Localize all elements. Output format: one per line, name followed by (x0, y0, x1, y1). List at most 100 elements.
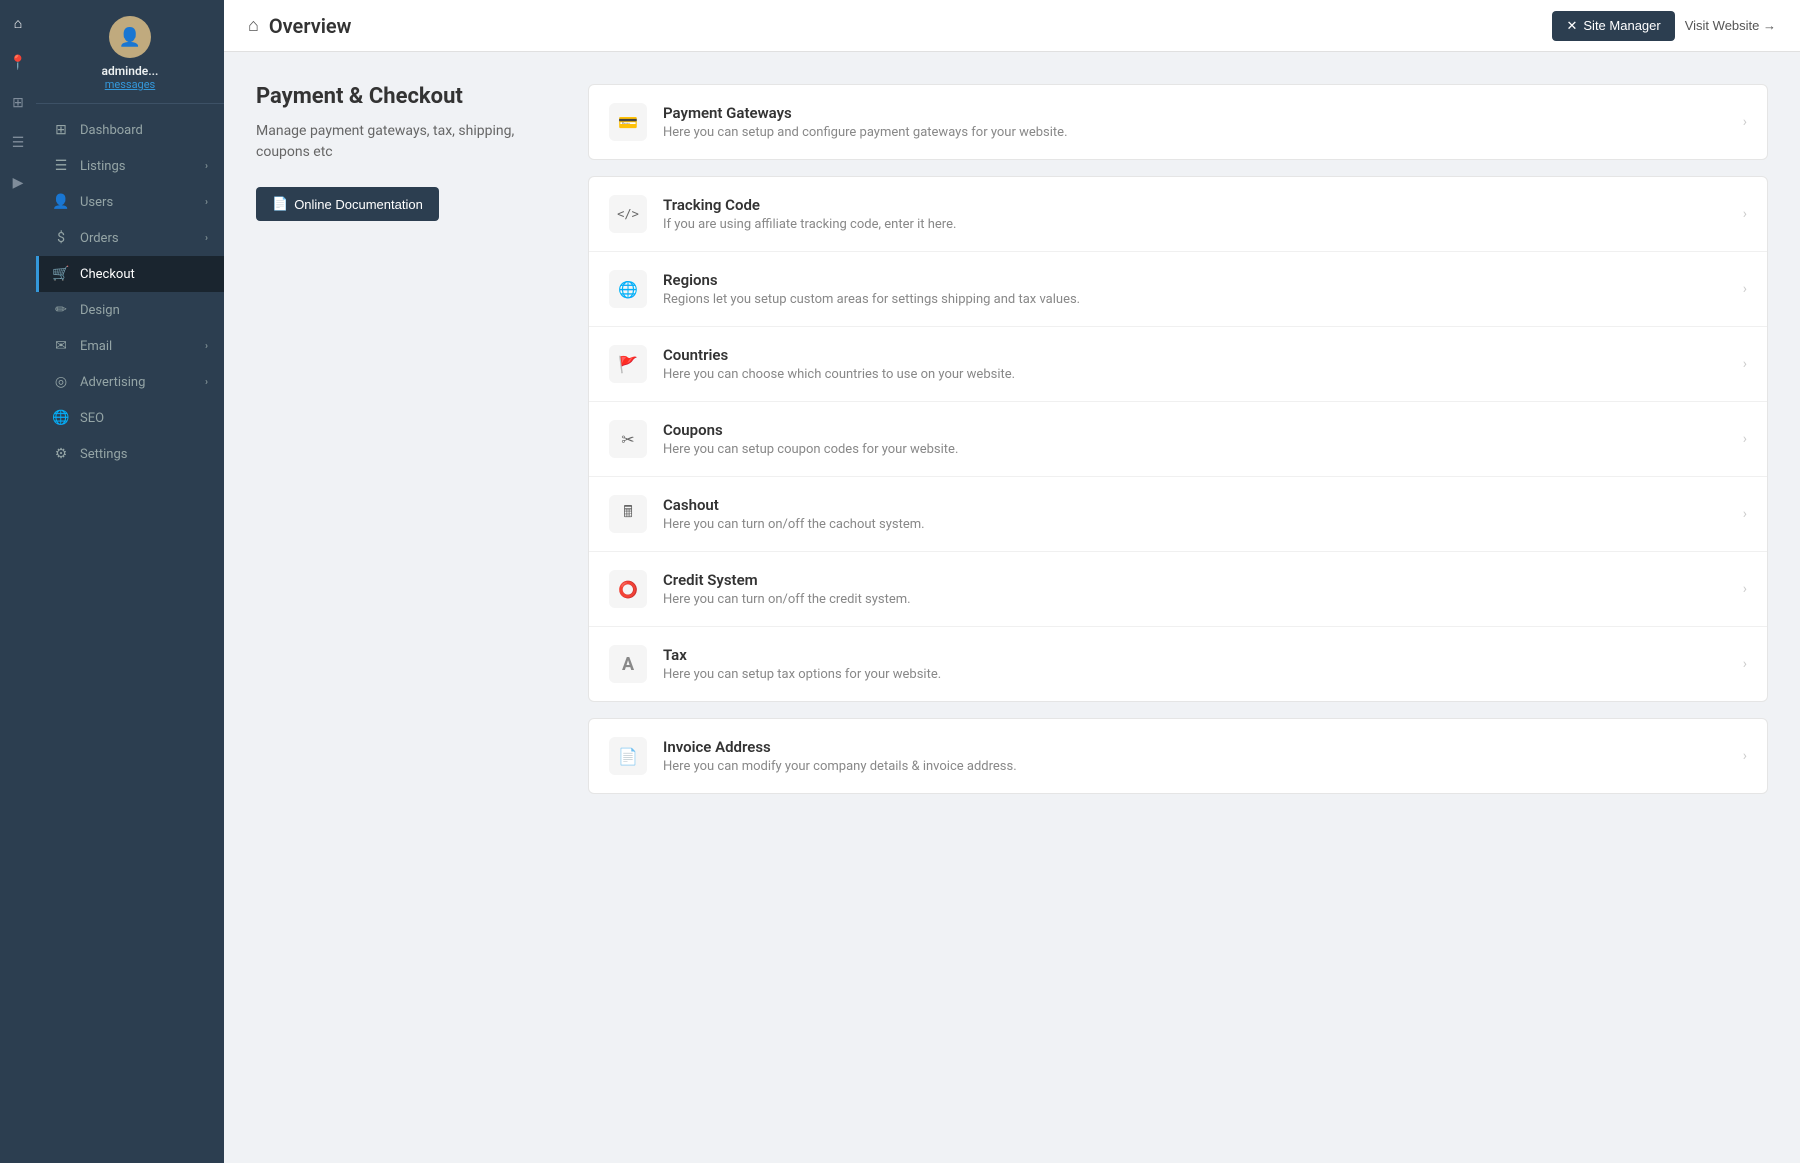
payment-gateways-icon: 💳 (609, 103, 647, 141)
site-manager-button[interactable]: ✕ Site Manager (1552, 11, 1674, 41)
sidebar-item-label: Listings (80, 159, 125, 174)
card-text: Tracking Code If you are using affiliate… (663, 196, 1727, 232)
card-payment-gateways[interactable]: 💳 Payment Gateways Here you can setup an… (589, 85, 1767, 159)
chevron-right-icon: › (205, 161, 208, 172)
sidebar-item-label: Users (80, 195, 113, 210)
doc-icon: 📄 (272, 196, 288, 212)
card-desc: Here you can setup coupon codes for your… (663, 442, 1727, 457)
topbar: ⌂ Overview ✕ Site Manager Visit Website … (224, 0, 1800, 52)
sidebar-user: 👤 adminde... messages (36, 0, 224, 104)
site-manager-icon: ✕ (1566, 18, 1577, 34)
coupons-icon: ✂ (609, 420, 647, 458)
card-title: Payment Gateways (663, 104, 1727, 122)
doc-button-label: Online Documentation (294, 197, 423, 212)
sidebar-item-dashboard[interactable]: ⊞ Dashboard (36, 112, 224, 148)
online-documentation-button[interactable]: 📄 Online Documentation (256, 187, 439, 221)
chevron-right-icon: › (1743, 581, 1747, 597)
rail-grid-icon[interactable]: ⊞ (7, 92, 29, 114)
sidebar: 👤 adminde... messages ⊞ Dashboard ☰ List… (36, 0, 224, 1163)
checkout-icon: 🛒 (52, 266, 70, 282)
users-icon: 👤 (52, 194, 70, 210)
sidebar-item-checkout[interactable]: 🛒 Checkout (36, 256, 224, 292)
sidebar-item-design[interactable]: ✏ Design (36, 292, 224, 328)
tracking-code-icon: </> (609, 195, 647, 233)
visit-website-button[interactable]: Visit Website → (1685, 18, 1776, 33)
card-credit-system[interactable]: ⭕ Credit System Here you can turn on/off… (589, 552, 1767, 627)
card-title: Invoice Address (663, 738, 1727, 756)
sidebar-nav: ⊞ Dashboard ☰ Listings › 👤 Users › $ Ord… (36, 104, 224, 1163)
card-tax[interactable]: A Tax Here you can setup tax options for… (589, 627, 1767, 701)
card-desc: Regions let you setup custom areas for s… (663, 292, 1727, 307)
rail-pin-icon[interactable]: 📍 (7, 52, 29, 74)
card-regions[interactable]: 🌐 Regions Regions let you setup custom a… (589, 252, 1767, 327)
sidebar-messages-link[interactable]: messages (105, 78, 156, 91)
left-panel: Payment & Checkout Manage payment gatewa… (256, 84, 556, 1131)
regions-icon: 🌐 (609, 270, 647, 308)
card-text: Tax Here you can setup tax options for y… (663, 646, 1727, 682)
card-text: Coupons Here you can setup coupon codes … (663, 421, 1727, 457)
chevron-right-icon: › (1743, 114, 1747, 130)
card-group-invoice: 📄 Invoice Address Here you can modify yo… (588, 718, 1768, 794)
card-desc: Here you can choose which countries to u… (663, 367, 1727, 382)
card-title: Coupons (663, 421, 1727, 439)
chevron-right-icon: › (205, 341, 208, 352)
chevron-right-icon: › (1743, 506, 1747, 522)
right-panel: 💳 Payment Gateways Here you can setup an… (588, 84, 1768, 1131)
chevron-right-icon: › (1743, 656, 1747, 672)
card-desc: Here you can turn on/off the credit syst… (663, 592, 1727, 607)
card-text: Cashout Here you can turn on/off the cac… (663, 496, 1727, 532)
seo-icon: 🌐 (52, 410, 70, 426)
card-title: Credit System (663, 571, 1727, 589)
content-area: Payment & Checkout Manage payment gatewa… (224, 52, 1800, 1163)
card-title: Countries (663, 346, 1727, 364)
card-title: Tracking Code (663, 196, 1727, 214)
settings-icon: ⚙ (52, 446, 70, 462)
advertising-icon: ◎ (52, 374, 70, 390)
chevron-right-icon: › (205, 233, 208, 244)
rail-home-icon[interactable]: ⌂ (7, 12, 29, 34)
sidebar-item-advertising[interactable]: ◎ Advertising › (36, 364, 224, 400)
sidebar-username: adminde... (102, 64, 159, 78)
cashout-icon: 🖩 (609, 495, 647, 533)
icon-rail: ⌂ 📍 ⊞ ☰ ▶ (0, 0, 36, 1163)
sidebar-item-label: Email (80, 339, 112, 354)
topbar-actions: ✕ Site Manager Visit Website → (1552, 11, 1776, 41)
sidebar-item-listings[interactable]: ☰ Listings › (36, 148, 224, 184)
home-icon: ⌂ (248, 15, 259, 36)
rail-list-icon[interactable]: ☰ (7, 132, 29, 154)
panel-description: Manage payment gateways, tax, shipping, … (256, 121, 556, 163)
orders-icon: $ (52, 230, 70, 246)
card-coupons[interactable]: ✂ Coupons Here you can setup coupon code… (589, 402, 1767, 477)
chevron-right-icon: › (1743, 206, 1747, 222)
visit-website-label: Visit Website → (1685, 18, 1776, 33)
card-title: Regions (663, 271, 1727, 289)
sidebar-item-seo[interactable]: 🌐 SEO (36, 400, 224, 436)
card-group-payment: 💳 Payment Gateways Here you can setup an… (588, 84, 1768, 160)
sidebar-item-label: Orders (80, 231, 119, 246)
card-desc: If you are using affiliate tracking code… (663, 217, 1727, 232)
card-text: Regions Regions let you setup custom are… (663, 271, 1727, 307)
card-title: Cashout (663, 496, 1727, 514)
card-desc: Here you can modify your company details… (663, 759, 1727, 774)
card-cashout[interactable]: 🖩 Cashout Here you can turn on/off the c… (589, 477, 1767, 552)
avatar: 👤 (109, 16, 151, 58)
design-icon: ✏ (52, 302, 70, 318)
card-desc: Here you can setup and configure payment… (663, 125, 1727, 140)
sidebar-item-label: Design (80, 303, 120, 318)
sidebar-item-orders[interactable]: $ Orders › (36, 220, 224, 256)
card-text: Invoice Address Here you can modify your… (663, 738, 1727, 774)
sidebar-item-email[interactable]: ✉ Email › (36, 328, 224, 364)
sidebar-item-label: Advertising (80, 375, 145, 390)
sidebar-item-users[interactable]: 👤 Users › (36, 184, 224, 220)
card-invoice-address[interactable]: 📄 Invoice Address Here you can modify yo… (589, 719, 1767, 793)
card-text: Payment Gateways Here you can setup and … (663, 104, 1727, 140)
sidebar-item-label: Checkout (80, 267, 135, 282)
invoice-address-icon: 📄 (609, 737, 647, 775)
card-tracking-code[interactable]: </> Tracking Code If you are using affil… (589, 177, 1767, 252)
sidebar-item-settings[interactable]: ⚙ Settings (36, 436, 224, 472)
email-icon: ✉ (52, 338, 70, 354)
chevron-right-icon: › (1743, 748, 1747, 764)
sidebar-item-label: SEO (80, 411, 104, 426)
rail-play-icon[interactable]: ▶ (7, 172, 29, 194)
card-countries[interactable]: 🚩 Countries Here you can choose which co… (589, 327, 1767, 402)
